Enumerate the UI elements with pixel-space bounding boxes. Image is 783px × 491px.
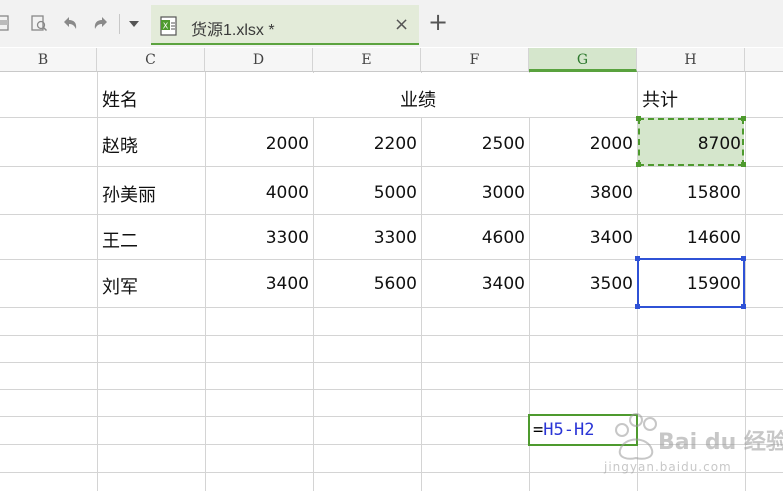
watermark-url: jingyan.baidu.com <box>604 460 732 474</box>
undo-icon[interactable] <box>61 14 79 32</box>
cell-value[interactable]: 3000 <box>421 183 525 203</box>
cell-name[interactable]: 孙美丽 <box>102 181 156 207</box>
column-header-c[interactable]: C <box>97 48 205 72</box>
formula-equals: = <box>533 420 544 440</box>
cell-value[interactable]: 3400 <box>421 274 525 294</box>
cell-value[interactable]: 4000 <box>205 183 309 203</box>
cell-name[interactable]: 王二 <box>102 227 138 253</box>
print-icon[interactable] <box>30 14 48 32</box>
selection-handle[interactable] <box>741 256 746 261</box>
column-header-b[interactable]: B <box>0 48 97 72</box>
selection-handle[interactable] <box>741 304 746 309</box>
header-total: 共计 <box>642 90 678 111</box>
toolbar-separator <box>119 14 120 34</box>
cell-value[interactable]: 3300 <box>205 228 309 248</box>
formula-reference: H5-H2 <box>543 420 595 440</box>
gridline <box>97 72 98 491</box>
gridline <box>0 362 783 363</box>
print-preview-icon[interactable] <box>0 14 12 32</box>
cell-value[interactable]: 3800 <box>529 183 633 203</box>
column-header-f[interactable]: F <box>421 48 529 72</box>
column-header-g[interactable]: G <box>529 48 637 72</box>
excel-file-icon: X <box>160 16 177 36</box>
cell-value[interactable]: 5000 <box>313 183 417 203</box>
new-tab-button[interactable]: + <box>428 9 448 35</box>
cell-value[interactable]: 5600 <box>313 274 417 294</box>
gridline <box>0 166 783 167</box>
cell-value[interactable]: 3400 <box>529 228 633 248</box>
baidu-watermark: Bai du 经验 jingyan.baidu.com <box>600 408 783 484</box>
redo-icon[interactable] <box>92 14 110 32</box>
header-performance: 业绩 <box>400 90 436 111</box>
toolbar: X 货源1.xlsx * × + <box>0 0 783 47</box>
header-name: 姓名 <box>102 90 138 111</box>
dropdown-arrow-icon[interactable] <box>125 14 143 32</box>
selection-handle[interactable] <box>636 162 641 167</box>
cell-value[interactable]: 3300 <box>313 228 417 248</box>
gridline <box>0 335 783 336</box>
selection-handle[interactable] <box>741 116 746 121</box>
column-header-d[interactable]: D <box>205 48 313 72</box>
close-tab-button[interactable]: × <box>394 14 409 35</box>
cell-value[interactable]: 2500 <box>421 134 525 154</box>
cell-value[interactable]: 2000 <box>205 134 309 154</box>
selection-handle[interactable] <box>741 162 746 167</box>
cell-name[interactable]: 赵晓 <box>102 132 138 158</box>
cell-name[interactable]: 刘军 <box>102 273 138 299</box>
cell-value[interactable]: 3500 <box>529 274 633 294</box>
gridline <box>0 389 783 390</box>
cell-value[interactable]: 3400 <box>205 274 309 294</box>
gridline <box>0 214 783 215</box>
selection-handle[interactable] <box>635 256 640 261</box>
cell-value[interactable]: 2000 <box>529 134 633 154</box>
cell-total[interactable]: 15800 <box>637 183 741 203</box>
watermark-brand: Bai du 经验 <box>658 430 783 455</box>
svg-text:X: X <box>163 22 169 31</box>
cell-total[interactable]: 8700 <box>637 134 741 154</box>
tab-document[interactable]: X 货源1.xlsx * × <box>151 5 419 45</box>
column-header-i[interactable] <box>745 48 783 72</box>
cell-total[interactable]: 15900 <box>637 274 741 294</box>
column-header-e[interactable]: E <box>313 48 421 72</box>
tab-title: 货源1.xlsx * <box>191 22 275 39</box>
cell-value[interactable]: 2200 <box>313 134 417 154</box>
cell-total[interactable]: 14600 <box>637 228 741 248</box>
selection-handle[interactable] <box>635 304 640 309</box>
selection-handle[interactable] <box>636 116 641 121</box>
column-header-h[interactable]: H <box>637 48 745 72</box>
cell-value[interactable]: 4600 <box>421 228 525 248</box>
